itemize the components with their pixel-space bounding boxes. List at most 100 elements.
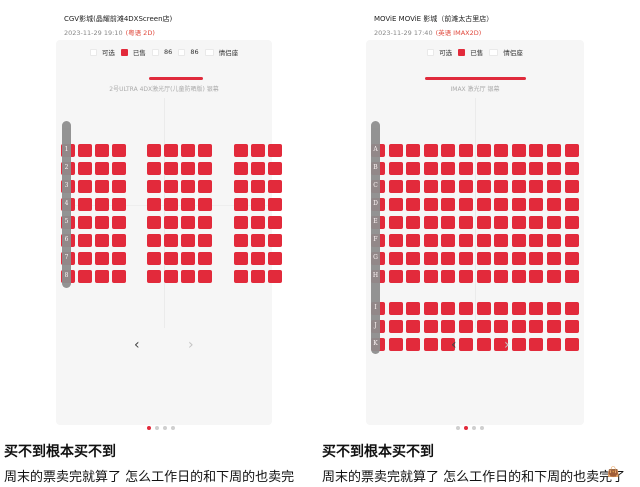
legend-seat-b-label: 86 [190,48,199,56]
row-label: E [373,218,378,225]
sold-seat [388,198,403,211]
next-arrow-icon[interactable]: › [188,337,194,353]
sold-seat [511,302,526,315]
sold-seat [164,234,178,247]
sold-seat [529,270,544,283]
hall-name: IMAX 激光厅 银幕 [450,86,500,93]
sold-seat [95,252,109,265]
sold-seat [78,180,92,193]
page-dot [456,426,460,430]
sold-seat [423,270,438,283]
sold-seat [147,198,161,211]
sold-seat [251,144,265,157]
sold-seat [476,144,491,157]
sold-seat [459,144,473,157]
sold-seat [234,180,248,193]
sold-seat [164,144,178,157]
bag-emoji: 👜 [607,467,620,478]
sold-seat [181,198,195,211]
sold-seat [112,198,126,211]
row-indicator[interactable]: A B C D E F G H I J K [371,121,380,354]
sold-seat [476,320,491,333]
sold-seat [406,234,421,247]
prev-arrow-icon[interactable]: ‹ [134,337,140,353]
sold-seat [406,338,421,351]
sold-seat [251,252,265,265]
sold-seat [147,270,161,283]
sold-seat [529,180,544,193]
sold-seat [564,216,579,229]
sold-seat [494,144,509,157]
sold-seat [95,162,109,175]
sold-seat [459,302,473,315]
sold-seat [198,180,212,193]
sold-seat [547,180,561,193]
sold-seat [441,198,456,211]
legend-sold-label: 已售 [470,49,484,57]
sold-seat [78,198,92,211]
sold-seat [95,270,109,283]
sold-seat [406,144,421,157]
sold-seat [78,162,92,175]
caption-body: 周末的票卖完就算了 怎么工作日的和下周的也卖完 [4,470,295,485]
sold-seat [234,198,248,211]
sold-seat [112,144,126,157]
sold-seat [181,234,195,247]
sold-seat [95,198,109,211]
sold-seat [198,162,212,175]
available-seat-swatch [427,48,435,56]
sold-seat [564,162,579,175]
sold-seat [181,270,195,283]
prev-arrow-icon[interactable]: ‹ [451,337,457,353]
sold-seat [198,234,212,247]
sold-seat [476,198,491,211]
sold-seat [423,198,438,211]
sold-seat [181,144,195,157]
sold-seat [234,252,248,265]
row-indicator[interactable]: 1 2 3 4 5 6 7 8 [62,121,71,288]
sold-seat [494,270,509,283]
sold-seat [388,270,403,283]
seat-map[interactable]: 可选 已售 86 86 情侣座 2号ULTRA 4DX激光厅(儿童防晒版) 银幕… [56,40,282,425]
row-label: 7 [64,254,69,261]
sold-seat [388,180,403,193]
sold-seat [251,198,265,211]
sold-seat [251,270,265,283]
sold-seat [198,252,212,265]
sold-seat [423,144,438,157]
sold-seat [494,198,509,211]
sold-seat [476,216,491,229]
sold-seat [441,216,456,229]
sold-seat [268,198,282,211]
show-time: 2023-11-29 17:40 (英语 IMAX2D) [374,27,481,37]
row-label: H [372,272,379,279]
sold-seat [406,270,421,283]
hall-name: 2号ULTRA 4DX激光厅(儿童防晒版) 银幕 [109,86,219,93]
sold-seat [181,162,195,175]
show-format: (英语 IMAX2D) [435,29,482,37]
screen-indicator [149,77,203,80]
sold-seat [147,252,161,265]
sold-seat [406,302,421,315]
sold-seat [476,338,491,351]
sold-seat [78,234,92,247]
sold-seat [459,180,473,193]
sold-seat [547,144,561,157]
sold-seat [529,234,544,247]
next-arrow-icon[interactable]: › [504,337,510,353]
sold-seat [406,320,421,333]
sold-seat [441,162,456,175]
row-label: G [373,254,378,261]
sold-seat [511,162,526,175]
legend-seat-a-label: 86 [163,48,173,56]
row-label: B [373,164,378,171]
sold-seat [529,252,544,265]
legend-sold-label: 已售 [132,49,146,57]
sold-seat [251,162,265,175]
seat-map[interactable]: 可选 已售 情侣座 IMAX 激光厅 银幕 A B C D E F G H I J K [366,40,584,425]
sold-seat [147,216,161,229]
row-label: 2 [64,164,69,171]
left-screenshot-panel: CGV影城(晶耀前滩4DXScreen店) 2023-11-29 19:10 (粤… [0,0,322,487]
sold-seat [494,180,509,193]
sold-seat [181,252,195,265]
